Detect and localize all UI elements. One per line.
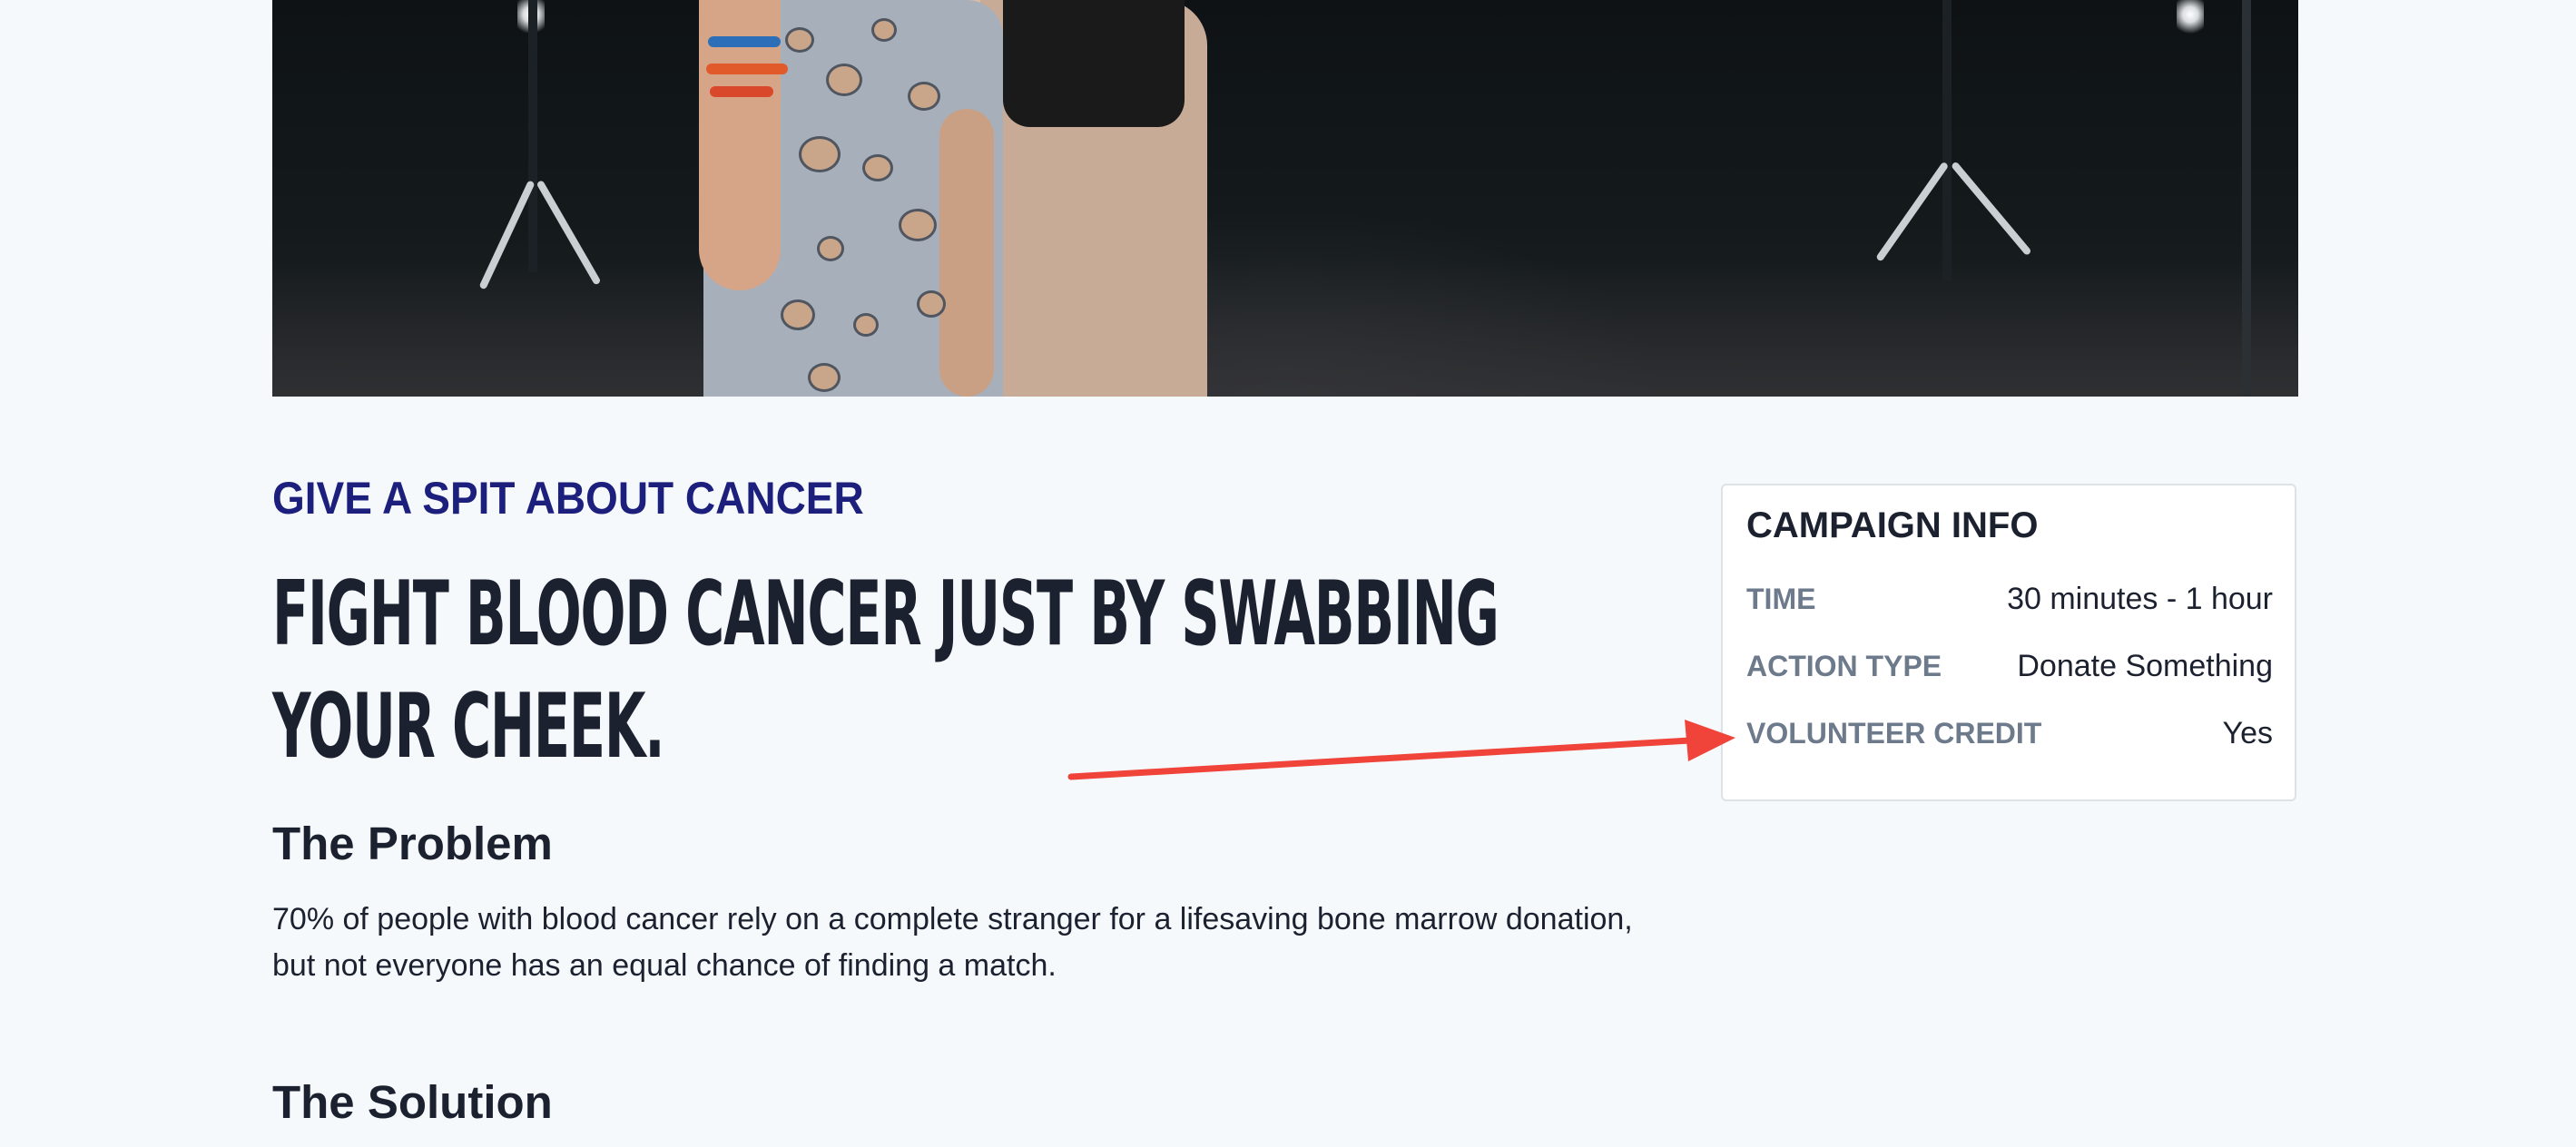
campaign-headline: FIGHT BLOOD CANCER JUST BY SWABBING YOUR… xyxy=(272,563,1499,779)
shirt-hole xyxy=(826,64,862,96)
campaign-info-card: CAMPAIGN INFO TIME 30 minutes - 1 hour A… xyxy=(1721,484,2296,801)
light-stand xyxy=(1942,0,1952,281)
person-left-arm xyxy=(939,109,994,397)
action-type-label: ACTION TYPE xyxy=(1746,649,1942,682)
shirt-hole xyxy=(817,236,844,261)
volunteer-credit-label: VOLUNTEER CREDIT xyxy=(1746,716,2042,750)
person-right-vest xyxy=(1003,0,1185,127)
hero-floor xyxy=(272,260,2298,397)
shirt-hole xyxy=(781,299,815,330)
campaign-eyebrow: GIVE A SPIT ABOUT CANCER xyxy=(272,473,864,524)
shirt-hole xyxy=(871,18,897,42)
section-title-solution: The Solution xyxy=(272,1076,553,1128)
tripod-leg xyxy=(1875,161,1950,262)
section-body-problem: 70% of people with blood cancer rely on … xyxy=(272,902,1633,983)
volunteer-credit-row: VOLUNTEER CREDIT Yes xyxy=(1746,711,2273,756)
light-stand xyxy=(2242,0,2251,397)
hero-image xyxy=(272,0,2298,397)
time-row: TIME 30 minutes - 1 hour xyxy=(1746,576,2273,622)
bracelet xyxy=(706,64,788,74)
campaign-info-title: CAMPAIGN INFO xyxy=(1746,505,2039,545)
section-title-problem: The Problem xyxy=(272,818,553,869)
studio-light-icon xyxy=(2177,0,2204,36)
action-type-row: ACTION TYPE Donate Something xyxy=(1746,643,2273,689)
shirt-hole xyxy=(899,209,937,241)
shirt-hole xyxy=(862,154,893,181)
time-value: 30 minutes - 1 hour xyxy=(2007,581,2273,616)
light-stand xyxy=(528,0,537,272)
time-label: TIME xyxy=(1746,582,1816,615)
shirt-hole xyxy=(785,27,814,53)
shirt-hole xyxy=(908,82,940,111)
shirt-hole xyxy=(917,290,946,318)
shirt-hole xyxy=(808,363,841,392)
bracelet xyxy=(710,86,773,97)
volunteer-credit-value: Yes xyxy=(2222,715,2273,750)
shirt-hole xyxy=(853,313,879,337)
tripod-leg xyxy=(1950,161,2032,257)
action-type-value: Donate Something xyxy=(2017,648,2273,683)
bracelet xyxy=(708,36,781,47)
shirt-hole xyxy=(799,136,841,172)
